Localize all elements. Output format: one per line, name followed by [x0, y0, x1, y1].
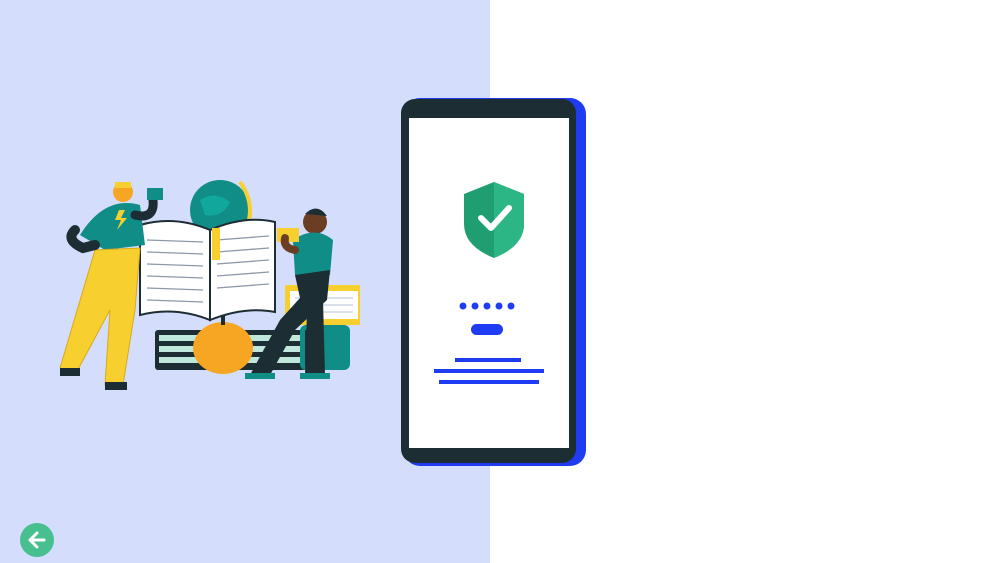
pin-dot [459, 302, 467, 310]
text-line-3 [439, 380, 539, 384]
reading-illustration [59, 180, 360, 390]
text-line-2 [434, 369, 544, 373]
back-button[interactable] [20, 523, 54, 557]
open-book [139, 218, 276, 322]
apple-icon [193, 315, 253, 374]
pin-dot [471, 302, 479, 310]
text-line-1 [455, 358, 521, 362]
phone-mockup [401, 98, 586, 466]
pin-button [471, 324, 503, 335]
phone-screen [409, 118, 569, 448]
pin-dot [483, 302, 491, 310]
pin-dot [507, 302, 515, 310]
pin-dot [495, 302, 503, 310]
arrow-left-icon [28, 531, 46, 549]
